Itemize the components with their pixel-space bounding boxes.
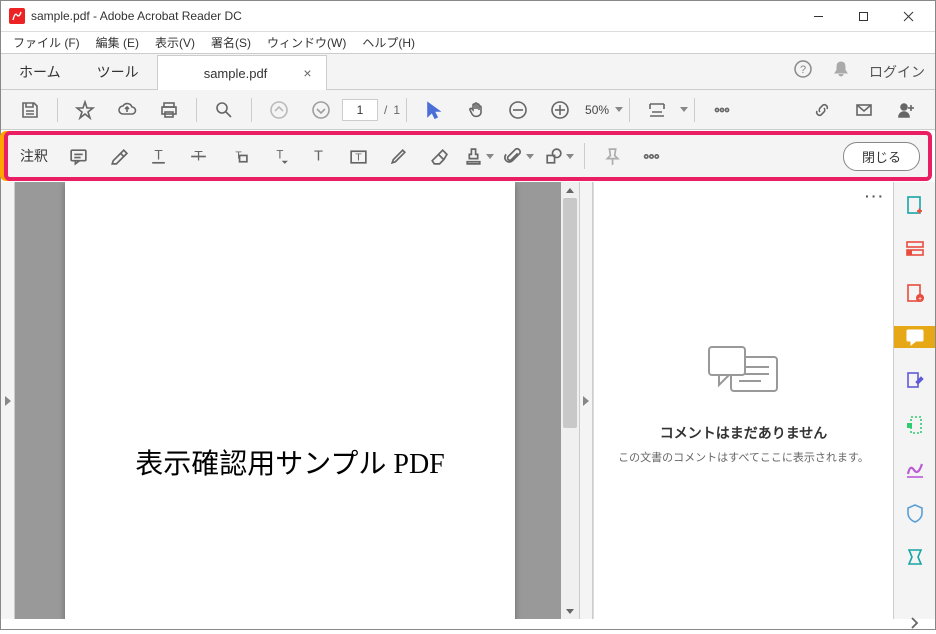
scroll-up-icon[interactable] [561, 182, 579, 198]
close-window-button[interactable] [886, 1, 931, 31]
drawing-tools-icon[interactable] [540, 138, 576, 174]
sticky-note-icon[interactable] [60, 138, 96, 174]
rail-measure-icon[interactable] [903, 414, 927, 436]
pdf-page[interactable]: 表示確認用サンプル PDF [65, 182, 516, 619]
zoom-out-icon[interactable] [501, 93, 535, 127]
fit-width-icon[interactable] [640, 93, 674, 127]
cloud-icon[interactable] [110, 93, 144, 127]
rail-sign-icon[interactable] [903, 458, 927, 480]
pin-icon[interactable] [593, 138, 629, 174]
attachment-icon[interactable] [500, 138, 536, 174]
svg-text:T: T [276, 149, 283, 161]
page-down-icon[interactable] [304, 93, 338, 127]
scroll-down-icon[interactable] [561, 603, 579, 619]
menu-edit[interactable]: 編集 (E) [88, 32, 147, 53]
rail-collapse-icon[interactable] [903, 612, 927, 634]
menu-window[interactable]: ウィンドウ(W) [259, 32, 354, 53]
panel-splitter[interactable] [579, 182, 593, 619]
print-icon[interactable] [152, 93, 186, 127]
window-title: sample.pdf - Adobe Acrobat Reader DC [31, 9, 796, 23]
eraser-icon[interactable] [420, 138, 456, 174]
main-toolbar: / 1 50% [1, 90, 935, 130]
textbox-icon[interactable]: T [340, 138, 376, 174]
page-separator: / [384, 103, 387, 117]
chevron-right-icon [5, 396, 11, 406]
tab-document[interactable]: sample.pdf × [157, 55, 327, 90]
rail-compress-icon[interactable] [903, 546, 927, 568]
rail-create-pdf-icon[interactable] [903, 194, 927, 216]
share-people-icon[interactable] [889, 93, 923, 127]
document-heading: 表示確認用サンプル PDF [95, 442, 486, 482]
rail-edit-pdf-icon[interactable]: + [903, 282, 927, 304]
fit-caret-icon[interactable] [680, 107, 688, 112]
underline-icon[interactable]: T [140, 138, 176, 174]
find-icon[interactable] [207, 93, 241, 127]
svg-text:T: T [314, 148, 323, 164]
svg-text:T: T [355, 151, 362, 163]
menubar: ファイル (F) 編集 (E) 表示(V) 署名(S) ウィンドウ(W) ヘルプ… [1, 32, 935, 54]
rail-organize-icon[interactable] [903, 238, 927, 260]
svg-text:?: ? [800, 64, 806, 76]
save-icon[interactable] [13, 93, 47, 127]
right-rail: + [893, 182, 935, 619]
document-panel: 表示確認用サンプル PDF [1, 182, 579, 619]
help-icon[interactable]: ? [793, 59, 813, 84]
tab-home[interactable]: ホーム [1, 54, 79, 89]
tab-close-icon[interactable]: × [303, 65, 311, 81]
more-tools-icon[interactable] [705, 93, 739, 127]
vertical-scrollbar[interactable] [561, 182, 579, 619]
replace-text-icon[interactable]: T [220, 138, 256, 174]
email-icon[interactable] [847, 93, 881, 127]
star-icon[interactable] [68, 93, 102, 127]
page-up-icon[interactable] [262, 93, 296, 127]
comments-menu-icon[interactable]: ··· [865, 188, 885, 204]
comments-empty-title: コメントはまだありません [660, 423, 828, 443]
scrollbar-thumb[interactable] [563, 198, 577, 428]
minimize-button[interactable] [796, 1, 841, 31]
chevron-right-icon [583, 396, 589, 406]
left-sidebar-toggle[interactable] [1, 182, 15, 619]
stamp-icon[interactable] [460, 138, 496, 174]
zoom-in-icon[interactable] [543, 93, 577, 127]
bell-icon[interactable] [831, 59, 851, 84]
menu-sign[interactable]: 署名(S) [203, 32, 259, 53]
annotation-toolbar: 注釈 T T T T T T 閉じる [4, 131, 932, 181]
zoom-caret-icon[interactable] [615, 107, 623, 112]
menu-help[interactable]: ヘルプ(H) [354, 32, 423, 53]
share-link-icon[interactable] [805, 93, 839, 127]
hand-tool-icon[interactable] [459, 93, 493, 127]
comments-empty-subtitle: この文書のコメントはすべてここに表示されます。 [618, 449, 869, 465]
page-number-input[interactable] [342, 99, 378, 121]
annotation-more-icon[interactable] [633, 138, 669, 174]
svg-text:+: + [917, 296, 921, 303]
comments-empty-state: コメントはまだありません この文書のコメントはすべてここに表示されます。 [594, 182, 893, 619]
maximize-button[interactable] [841, 1, 886, 31]
rail-fill-sign-icon[interactable] [903, 370, 927, 392]
menu-file[interactable]: ファイル (F) [5, 32, 88, 53]
highlight-icon[interactable] [100, 138, 136, 174]
add-text-icon[interactable]: T [300, 138, 336, 174]
tabbar: ホーム ツール sample.pdf × ? ログイン [1, 54, 935, 90]
tab-document-name: sample.pdf [186, 66, 286, 81]
strikethrough-icon[interactable]: T [180, 138, 216, 174]
rail-protect-icon[interactable] [903, 502, 927, 524]
menu-view[interactable]: 表示(V) [147, 32, 203, 53]
comment-empty-icon [699, 337, 789, 407]
titlebar: sample.pdf - Adobe Acrobat Reader DC [1, 1, 935, 32]
comments-panel: ··· コメントはまだありません この文書のコメントはすべてここに表示されます。 [593, 182, 893, 619]
login-button[interactable]: ログイン [869, 62, 925, 82]
pencil-icon[interactable] [380, 138, 416, 174]
content-area: 表示確認用サンプル PDF ··· コメントはまだありません この文書のコメント… [1, 182, 935, 619]
select-tool-icon[interactable] [417, 93, 451, 127]
close-annotation-button[interactable]: 閉じる [843, 142, 920, 171]
svg-text:T: T [154, 147, 163, 162]
annotation-label: 注釈 [20, 146, 48, 166]
page-total: 1 [393, 103, 400, 117]
tab-tools[interactable]: ツール [79, 54, 157, 89]
rail-comments-icon[interactable] [894, 326, 935, 348]
zoom-level[interactable]: 50% [585, 103, 609, 117]
insert-text-icon[interactable]: T [260, 138, 296, 174]
acrobat-icon [9, 8, 25, 24]
